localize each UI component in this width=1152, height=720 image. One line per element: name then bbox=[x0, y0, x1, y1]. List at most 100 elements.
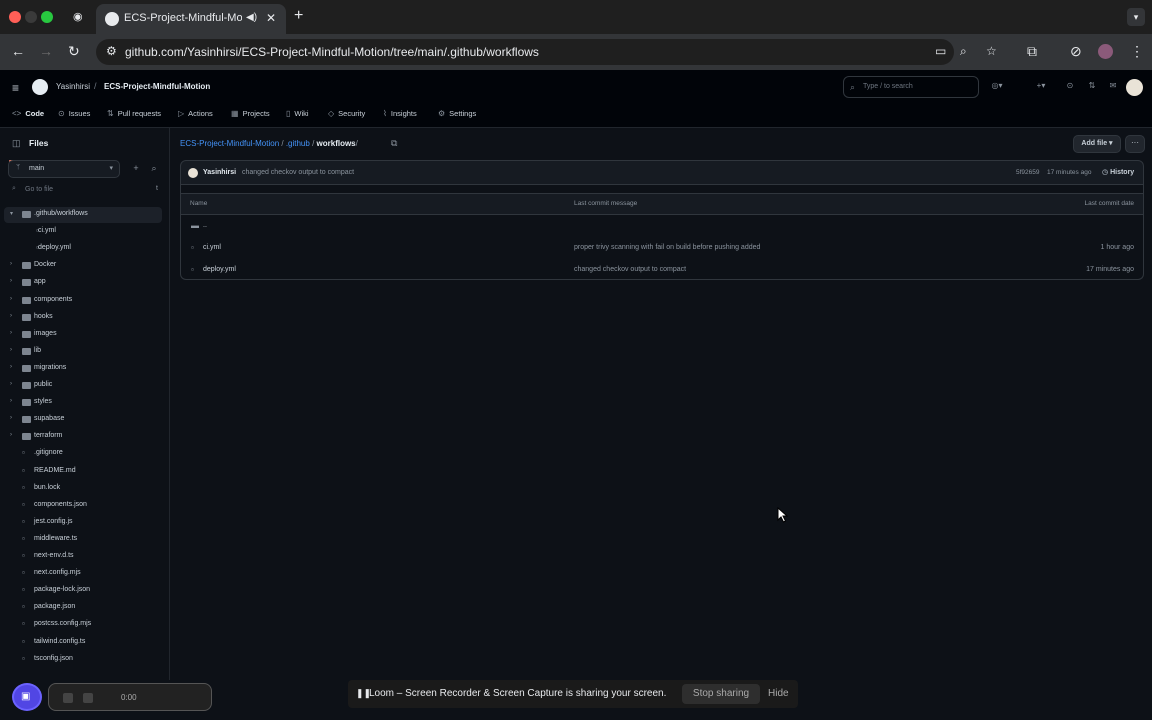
add-file-button[interactable]: Add file ▾ bbox=[1073, 135, 1121, 153]
breadcrumb-repo-link[interactable]: ECS-Project-Mindful-Motion bbox=[180, 139, 279, 148]
tab-group-icon[interactable]: ⊘ bbox=[1070, 43, 1082, 60]
loom-pause-icon[interactable] bbox=[63, 693, 73, 703]
chevron-right-icon[interactable]: › bbox=[10, 347, 12, 353]
extensions-icon[interactable]: ⧉ bbox=[1027, 43, 1037, 60]
tree-file-item[interactable]: ▫ bun.lock bbox=[4, 481, 162, 497]
more-options-button[interactable]: ··· bbox=[1125, 135, 1145, 153]
chevron-right-icon[interactable]: › bbox=[10, 313, 12, 319]
tab-actions[interactable]: ▷ Actions bbox=[178, 109, 213, 118]
tree-file-item[interactable]: ▫ postcss.config.mjs bbox=[4, 617, 162, 633]
cast-icon[interactable]: ▭ bbox=[935, 44, 946, 58]
table-row[interactable]: ▫ ci.yml proper trivy scanning with fail o… bbox=[181, 237, 1143, 259]
repo-owner-link[interactable]: Yasinhirsi bbox=[56, 82, 90, 91]
tab-insights[interactable]: ⌇ Insights bbox=[383, 109, 417, 118]
add-file-icon[interactable]: + bbox=[127, 160, 145, 178]
tree-file-item[interactable]: ▫ tailwind.config.ts bbox=[4, 635, 162, 651]
commit-author-avatar[interactable] bbox=[188, 168, 198, 178]
file-name-link[interactable]: deploy.yml bbox=[203, 266, 236, 273]
row-commit-message[interactable]: changed checkov output to compact bbox=[574, 266, 686, 273]
tab-issues[interactable]: ⊙ Issues bbox=[58, 109, 90, 118]
table-row[interactable]: ▬.. bbox=[181, 215, 1143, 237]
file-name-link[interactable]: .. bbox=[203, 222, 207, 229]
inbox-icon[interactable]: ✉ bbox=[1103, 77, 1123, 97]
back-arrow-icon[interactable]: ← bbox=[11, 43, 25, 59]
tree-file-item[interactable]: ▫ jest.config.js bbox=[4, 515, 162, 531]
maximize-window-button[interactable] bbox=[41, 11, 53, 23]
tree-file-item[interactable]: ▫ components.json bbox=[4, 498, 162, 514]
hamburger-menu-icon[interactable]: ≡ bbox=[12, 81, 19, 95]
tree-folder-item[interactable]: › supabase bbox=[4, 412, 162, 428]
forward-arrow-icon[interactable]: → bbox=[39, 43, 53, 59]
stop-sharing-button[interactable]: Stop sharing bbox=[682, 684, 760, 704]
chevron-right-icon[interactable]: › bbox=[10, 381, 12, 387]
tree-file-item[interactable]: ▫ middleware.ts bbox=[4, 532, 162, 548]
issues-header-icon[interactable]: ⊙ bbox=[1060, 77, 1080, 97]
reload-icon[interactable]: ↻ bbox=[68, 43, 80, 60]
tree-folder-item[interactable]: › components bbox=[4, 293, 162, 309]
tree-folder-item[interactable]: › app bbox=[4, 275, 162, 291]
tab-pull-requests[interactable]: ⇅ Pull requests bbox=[107, 109, 161, 118]
loom-restart-icon[interactable] bbox=[83, 693, 93, 703]
go-to-file-input[interactable]: ⌕ Go to file t bbox=[8, 183, 160, 199]
breadcrumb-dir-link[interactable]: .github bbox=[286, 139, 310, 148]
loom-record-button[interactable]: ▣ bbox=[12, 683, 42, 711]
tab-projects[interactable]: ▦ Projects bbox=[231, 109, 270, 118]
speaker-icon[interactable]: ◀) bbox=[246, 12, 257, 23]
repo-name-link[interactable]: ECS-Project-Mindful-Motion bbox=[104, 82, 210, 91]
tree-file-item[interactable]: ▫ README.md bbox=[4, 464, 162, 480]
hide-button[interactable]: Hide bbox=[768, 688, 789, 699]
tree-file-item[interactable]: ▫ ci.yml bbox=[4, 224, 162, 240]
github-logo-icon[interactable] bbox=[32, 79, 48, 95]
browser-tab[interactable]: ECS-Project-Mindful-Mo ◀) ✕ bbox=[96, 4, 286, 34]
tree-folder-item[interactable]: › lib bbox=[4, 344, 162, 360]
bookmark-star-icon[interactable]: ☆ bbox=[986, 44, 997, 58]
tree-folder-item[interactable]: › migrations bbox=[4, 361, 162, 377]
table-row[interactable]: ▫ deploy.yml changed checkov output to com… bbox=[181, 259, 1143, 281]
collapse-sidebar-icon[interactable]: ◫ bbox=[12, 138, 21, 149]
file-name-link[interactable]: ci.yml bbox=[203, 244, 221, 251]
chrome-menu-icon[interactable]: ⋮ bbox=[1130, 43, 1144, 60]
tab-wiki[interactable]: ▯ Wiki bbox=[286, 109, 309, 118]
commit-hash[interactable]: 5f92659 bbox=[1016, 169, 1040, 176]
create-new-icon[interactable]: +▾ bbox=[1031, 77, 1051, 97]
tree-file-item[interactable]: ▫ next-env.d.ts bbox=[4, 549, 162, 565]
chevron-right-icon[interactable]: › bbox=[10, 415, 12, 421]
tab-search-icon[interactable]: ◉ bbox=[73, 10, 83, 23]
profile-avatar[interactable] bbox=[1098, 44, 1113, 59]
chevron-right-icon[interactable]: › bbox=[10, 432, 12, 438]
branch-selector[interactable]: ᛘ main ▾ bbox=[8, 160, 120, 178]
chevron-right-icon[interactable]: › bbox=[10, 330, 12, 336]
copy-path-icon[interactable]: ⧉ bbox=[391, 138, 397, 149]
tree-folder-item[interactable]: › images bbox=[4, 327, 162, 343]
new-tab-button[interactable]: + bbox=[294, 7, 303, 25]
chevron-right-icon[interactable]: › bbox=[10, 296, 12, 302]
tree-folder-item[interactable]: › public bbox=[4, 378, 162, 394]
tree-folder-item[interactable]: › styles bbox=[4, 395, 162, 411]
chevron-down-icon[interactable]: ▾ bbox=[10, 210, 13, 217]
tab-security[interactable]: ◇ Security bbox=[328, 109, 365, 118]
address-bar[interactable]: ⚙ github.com/Yasinhirsi/ECS-Project-Mind… bbox=[96, 39, 997, 65]
search-input[interactable]: ⌕ Type / to search bbox=[843, 76, 979, 98]
commit-message[interactable]: changed checkov output to compact bbox=[242, 169, 354, 176]
tree-file-item[interactable]: ▫ tsconfig.json bbox=[4, 652, 162, 668]
tree-file-item[interactable]: ▫ package.json bbox=[4, 600, 162, 616]
chevron-right-icon[interactable]: › bbox=[10, 278, 12, 284]
tab-code[interactable]: <> Code bbox=[12, 109, 44, 118]
tree-folder-item[interactable]: ▾ .github/workflows bbox=[4, 207, 162, 223]
copilot-icon[interactable]: ◎▾ bbox=[987, 77, 1007, 97]
search-files-icon[interactable]: ⌕ bbox=[145, 160, 163, 178]
tree-file-item[interactable]: ▫ .gitignore bbox=[4, 446, 162, 462]
history-button[interactable]: ◷ History bbox=[1102, 168, 1134, 176]
tree-file-item[interactable]: ▫ next.config.mjs bbox=[4, 566, 162, 582]
tree-folder-item[interactable]: › terraform bbox=[4, 429, 162, 445]
chevron-right-icon[interactable]: › bbox=[10, 364, 12, 370]
tree-folder-item[interactable]: › hooks bbox=[4, 310, 162, 326]
user-avatar[interactable] bbox=[1126, 79, 1143, 96]
url-text[interactable]: github.com/Yasinhirsi/ECS-Project-Mindfu… bbox=[125, 45, 539, 59]
tree-folder-item[interactable]: › Docker bbox=[4, 258, 162, 274]
tab-menu-chevron-icon[interactable]: ▾ bbox=[1127, 8, 1145, 26]
zoom-icon[interactable]: ⌕ bbox=[960, 44, 967, 59]
commit-author[interactable]: Yasinhirsi bbox=[203, 169, 236, 176]
row-commit-message[interactable]: proper trivy scanning with fail on build… bbox=[574, 244, 760, 251]
chevron-right-icon[interactable]: › bbox=[10, 398, 12, 404]
